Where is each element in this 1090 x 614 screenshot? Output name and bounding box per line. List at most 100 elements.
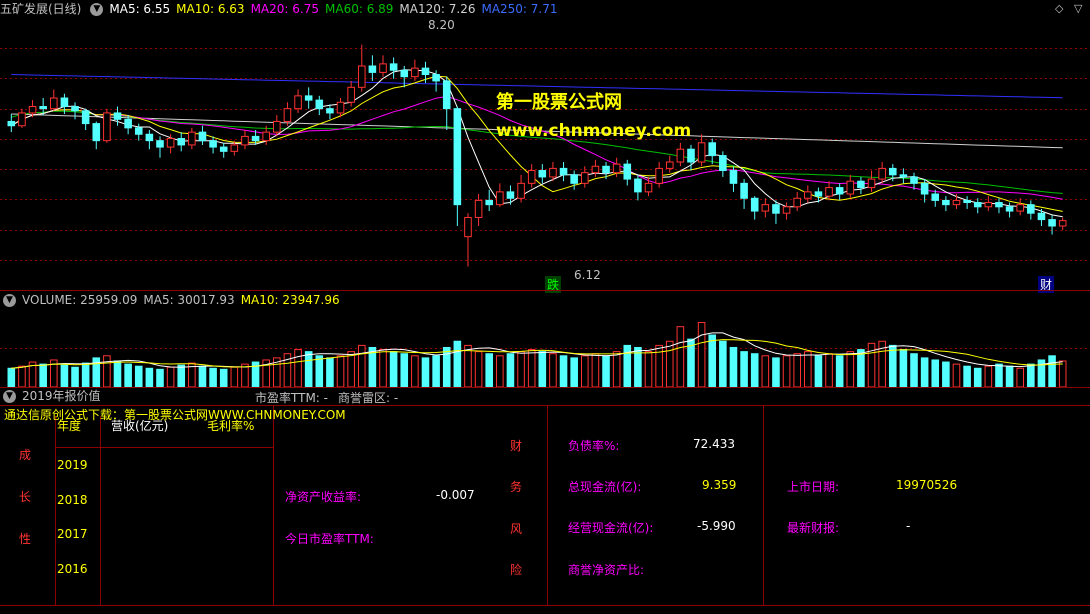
volume-bar: [1058, 360, 1067, 387]
candle-body: [1037, 212, 1046, 221]
candle-body: [644, 182, 653, 193]
candle-body: [655, 167, 663, 184]
price-chart[interactable]: [0, 18, 1090, 290]
candle-body: [134, 127, 143, 135]
volume-bar: [411, 355, 419, 387]
debt-ratio-label: 负债率%:: [568, 439, 620, 453]
volume-ma5-readout: MA5: 30017.93: [143, 293, 235, 307]
roe-value: -0.007: [436, 488, 475, 502]
scroll-up-icon[interactable]: ◇: [1055, 2, 1063, 15]
candle-body: [708, 142, 717, 157]
volume-bar: [18, 365, 26, 387]
candle-body: [963, 199, 971, 204]
volume-bar: [39, 363, 47, 387]
candle-body: [750, 197, 759, 212]
candle-body: [421, 67, 430, 76]
ma5-readout: MA5: 6.55: [109, 2, 171, 16]
candle-body: [400, 69, 409, 78]
candle-body: [857, 180, 865, 189]
candle-body: [485, 199, 494, 206]
watermark-url: www.chnmoney.com: [496, 121, 692, 141]
candle-body: [1005, 206, 1014, 212]
volume-bar: [782, 355, 791, 387]
ma60-readout: MA60: 6.89: [325, 2, 394, 16]
candle-body: [496, 191, 504, 206]
candle-body: [973, 202, 982, 208]
latest-report-value: -: [906, 519, 911, 533]
volume-bar: [676, 326, 685, 387]
volume-bar: [124, 363, 132, 387]
volume-bar: [400, 353, 409, 387]
candle-body: [368, 65, 377, 73]
goodwill-readout: 商誉雷区: -: [338, 391, 399, 405]
dropdown-icon[interactable]: ▼: [3, 390, 16, 403]
volume-bar: [942, 361, 950, 387]
candle-body: [687, 148, 695, 163]
panel-col-divider: [100, 416, 101, 605]
volume-bar: [559, 355, 568, 387]
candle-body: [527, 170, 536, 184]
panel-banner[interactable]: 通达信原创公式下载：第一股票公式网WWW.CHNMONEY.COM: [4, 406, 346, 423]
column-header-revenue: 营收(亿元): [111, 419, 169, 433]
candle-body: [952, 199, 961, 206]
year-2019: 2019: [57, 458, 88, 472]
op-cashflow-value: -5.990: [697, 519, 736, 533]
volume-bar: [761, 355, 770, 387]
candle-body: [506, 191, 515, 199]
candle-body: [262, 131, 270, 142]
candle-body: [113, 112, 122, 120]
panel-row-divider: [55, 447, 273, 448]
volume-bar: [506, 353, 515, 387]
volume-bar: [156, 368, 164, 387]
candle-body: [634, 178, 642, 193]
candle-body: [580, 172, 589, 184]
candle-body: [219, 146, 228, 152]
candle-body: [432, 74, 440, 82]
candle-body: [389, 63, 398, 71]
candle-body: [888, 167, 897, 176]
volume-bar: [379, 349, 387, 387]
candle-body: [251, 135, 260, 142]
candle-body: [878, 167, 886, 180]
candle-body: [7, 120, 16, 127]
candle-body: [294, 95, 302, 110]
volume-chart[interactable]: [0, 309, 1090, 387]
volume-bar: [1048, 355, 1056, 387]
candle-body: [814, 191, 823, 197]
scroll-down-icon[interactable]: ▽: [1074, 2, 1082, 15]
stock-title[interactable]: 五矿发展(日线): [0, 2, 81, 16]
dropdown-icon[interactable]: ▼: [90, 3, 104, 16]
candle-body: [825, 187, 833, 197]
volume-bar: [814, 355, 823, 387]
volume-bar: [464, 344, 472, 387]
volume-ma10-readout: MA10: 23947.96: [240, 293, 340, 307]
volume-bar: [7, 367, 16, 387]
candle-body: [81, 110, 90, 125]
volume-bar: [81, 362, 90, 387]
candle-body: [591, 165, 600, 174]
volume-bar: [793, 353, 801, 387]
candle-body: [188, 131, 196, 146]
volume-bar: [432, 355, 440, 387]
volume-bar: [952, 363, 961, 387]
candle-body: [304, 95, 313, 101]
candle-body: [910, 176, 918, 184]
debt-ratio-value: 72.433: [693, 437, 735, 451]
dropdown-icon[interactable]: ▼: [3, 294, 16, 307]
volume-bar: [729, 346, 738, 387]
candle-body: [867, 178, 876, 189]
ma20-readout: MA20: 6.75: [250, 2, 319, 16]
volume-bar: [145, 367, 154, 387]
candle-body: [283, 108, 292, 122]
listing-date-value: 19970526: [896, 478, 958, 492]
volume-bar: [166, 366, 175, 387]
volume-bar: [60, 364, 69, 387]
candle-body: [315, 99, 324, 110]
candle-body: [442, 80, 451, 110]
volume-bar: [602, 355, 610, 387]
volume-bar: [496, 355, 504, 387]
report-header: ▼ 2019年报价值: [0, 387, 107, 405]
latest-report-label: 最新财报:: [787, 521, 840, 535]
volume-bar: [772, 357, 780, 387]
panel-col-divider: [547, 405, 548, 605]
